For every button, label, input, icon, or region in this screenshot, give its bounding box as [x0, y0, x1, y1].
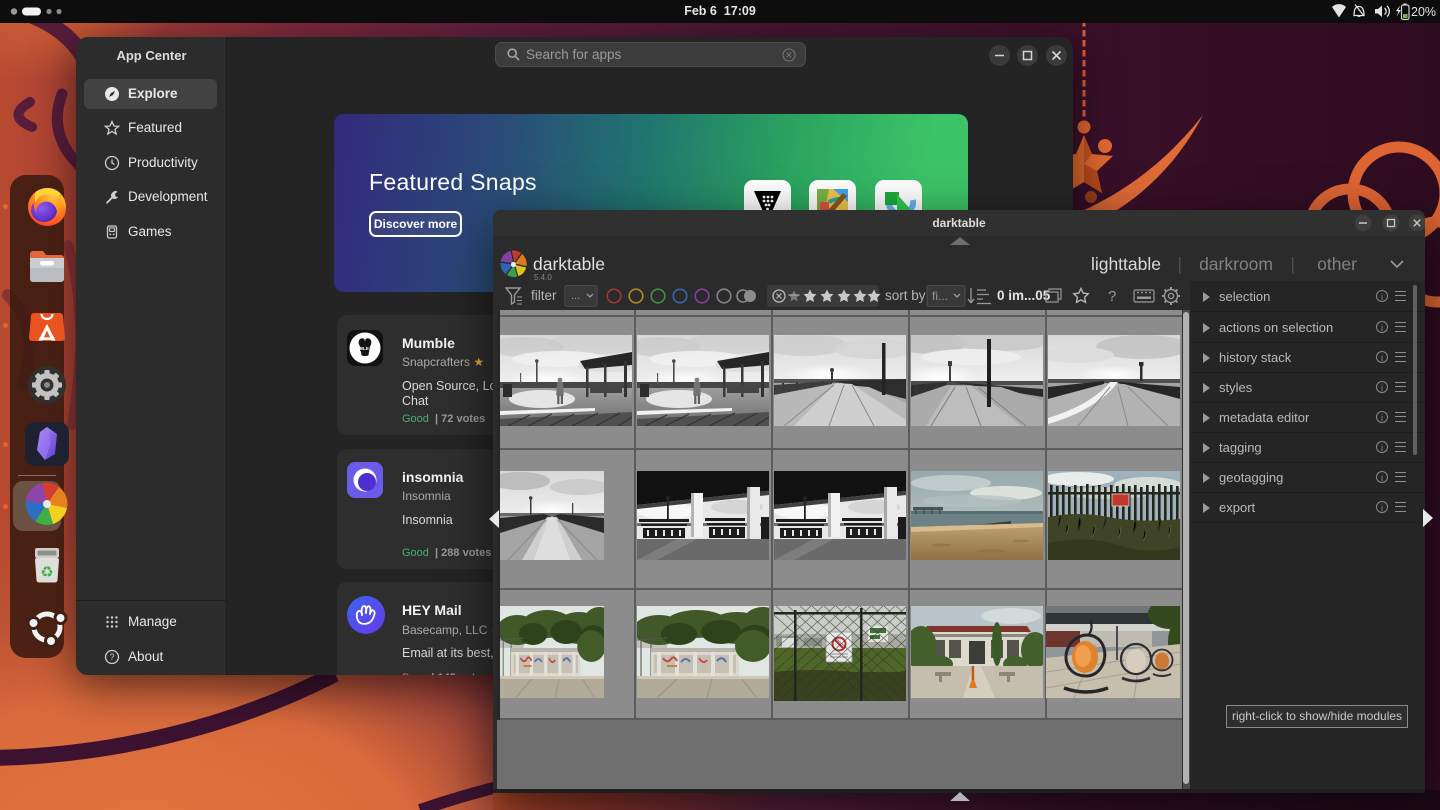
svg-text:...: ... [571, 290, 580, 302]
svg-text:20%: 20% [1411, 5, 1436, 19]
svg-text:BLE: BLE [360, 346, 369, 351]
svg-text:0 im...05: 0 im...05 [997, 288, 1051, 303]
svg-text:filter: filter [531, 288, 557, 303]
svg-text:♻: ♻ [40, 564, 53, 581]
svg-text:?: ? [1108, 288, 1116, 305]
svg-text:?: ? [109, 652, 114, 662]
svg-text:fi...: fi... [932, 289, 948, 303]
svg-text:sort by: sort by [885, 288, 926, 303]
